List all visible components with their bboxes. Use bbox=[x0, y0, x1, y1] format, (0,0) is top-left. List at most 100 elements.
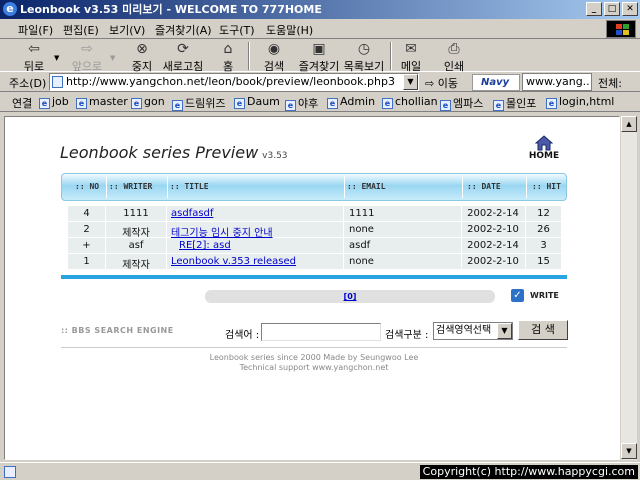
link-admin[interactable]: e Admin bbox=[327, 95, 375, 109]
footer: Leonbook series since 2000 Made by Seung… bbox=[61, 353, 567, 373]
menu-bar: 파일(F) 편집(E) 보기(V) 즐겨찾기(A) 도구(T) 도움말(H) bbox=[0, 19, 640, 39]
col-email: :: EMAIL bbox=[347, 182, 386, 191]
go-button[interactable]: ⇨ 이동 bbox=[425, 75, 458, 91]
menu-tools[interactable]: 도구(T) bbox=[219, 22, 255, 38]
link-yahoo[interactable]: e 야후 bbox=[285, 95, 318, 111]
col-date: :: DATE bbox=[467, 182, 501, 191]
col-writer: :: WRITER bbox=[109, 182, 153, 191]
col-title: :: TITLE bbox=[170, 182, 209, 191]
address-bar: 주소(D) http://www.yangchon.net/leon/book/… bbox=[0, 72, 640, 92]
table-header: :: NO :: WRITER :: TITLE :: EMAIL :: DAT… bbox=[61, 173, 567, 201]
status-bar: Copyright(c) http://www.happycgi.com bbox=[0, 462, 640, 480]
forward-dropdown[interactable]: ▼ bbox=[110, 54, 115, 62]
search-submit-button[interactable]: 검 색 bbox=[518, 320, 568, 340]
link-gon[interactable]: e gon bbox=[131, 95, 165, 109]
refresh-icon: ⟳ bbox=[177, 41, 189, 57]
menu-edit[interactable]: 편집(E) bbox=[63, 22, 99, 38]
standard-toolbar: ⇦ 뒤로 ▼ ⇨ 앞으로 ▼ ⊗ 중지 ⟳ 새로고침 ⌂ 홈 ◉ 검색 ▣ 즐겨찾기 ◷ 목록보… bbox=[0, 40, 640, 74]
post-title-link[interactable]: Leonbook v.353 released bbox=[171, 256, 296, 267]
pagination: [0] bbox=[205, 290, 495, 303]
vertical-scrollbar[interactable]: ▲ ▼ bbox=[620, 116, 637, 460]
back-dropdown[interactable]: ▼ bbox=[54, 54, 59, 62]
table-row: 4 1111 asdfasdf 1111 2002-2-14 12 bbox=[68, 206, 561, 222]
search-scope-label: 검색구분 : bbox=[385, 330, 429, 341]
mail-icon: ✉ bbox=[405, 41, 417, 57]
mail-button[interactable]: ✉ 메일 bbox=[398, 41, 424, 74]
search-globe-icon: ◉ bbox=[267, 41, 281, 57]
menu-help[interactable]: 도움말(H) bbox=[266, 22, 313, 38]
footer-divider bbox=[61, 347, 567, 348]
history-button[interactable]: ◷ 목록보기 bbox=[343, 41, 385, 74]
scroll-up-icon[interactable]: ▲ bbox=[621, 116, 637, 132]
write-link[interactable]: WRITE bbox=[530, 291, 559, 300]
address-url: http://www.yangchon.net/leon/book/previe… bbox=[66, 75, 395, 88]
windows-logo-icon bbox=[606, 20, 636, 38]
printer-icon: ⎙ bbox=[448, 41, 460, 57]
close-button[interactable]: ✕ bbox=[622, 2, 638, 16]
search-button[interactable]: ◉ 검색 bbox=[262, 41, 286, 74]
menu-view[interactable]: 보기(V) bbox=[109, 22, 145, 38]
link-master[interactable]: e master bbox=[76, 95, 128, 109]
scroll-down-icon[interactable]: ▼ bbox=[621, 443, 637, 459]
navy-search-input[interactable]: www.yang.. bbox=[522, 73, 592, 91]
stop-icon: ⊗ bbox=[136, 41, 148, 57]
link-page-icon: e bbox=[440, 100, 451, 111]
write-checkbox-icon[interactable]: ✓ bbox=[511, 289, 524, 302]
home-link[interactable]: HOME bbox=[527, 135, 561, 161]
home-button[interactable]: ⌂ 홈 bbox=[218, 41, 238, 74]
footer-support: Technical support www.yangchon.net bbox=[239, 363, 389, 372]
page-link[interactable]: [0] bbox=[344, 292, 357, 301]
link-job[interactable]: e job bbox=[39, 95, 69, 109]
navy-logo: Navy bbox=[472, 74, 520, 91]
link-page-icon: e bbox=[131, 98, 142, 109]
favorites-button[interactable]: ▣ 즐겨찾기 bbox=[298, 41, 340, 74]
menu-favorites[interactable]: 즐겨찾기(A) bbox=[155, 22, 212, 38]
window-titlebar: e Leonbook v3.53 미리보기 - WELCOME TO 777HO… bbox=[0, 0, 640, 19]
back-button[interactable]: ⇦ 뒤로 bbox=[22, 41, 46, 74]
address-input[interactable]: http://www.yangchon.net/leon/book/previe… bbox=[49, 73, 419, 91]
forward-button[interactable]: ⇨ 앞으로 bbox=[71, 41, 103, 74]
version-label: v3.53 bbox=[262, 151, 288, 161]
link-mallinfo[interactable]: e 몰인포 bbox=[493, 95, 536, 111]
status-copyright: Copyright(c) http://www.happycgi.com bbox=[419, 465, 638, 479]
col-hit: :: HIT bbox=[532, 182, 561, 191]
footer-credit: Leonbook series since 2000 Made by Seung… bbox=[209, 353, 419, 362]
home-icon: ⌂ bbox=[223, 41, 233, 57]
link-login[interactable]: e login,html bbox=[546, 95, 614, 109]
link-dreamwiz[interactable]: e 드림위즈 bbox=[172, 95, 225, 111]
select-dropdown-icon[interactable]: ▼ bbox=[497, 323, 512, 339]
home-house-icon bbox=[535, 135, 553, 151]
col-no: :: NO bbox=[75, 182, 100, 191]
maximize-button[interactable]: □ bbox=[604, 2, 620, 16]
minimize-button[interactable]: _ bbox=[586, 2, 602, 16]
address-dropdown-icon[interactable]: ▼ bbox=[403, 74, 418, 90]
post-title-link[interactable]: RE[2]: asd bbox=[179, 240, 231, 251]
address-label: 주소(D) bbox=[9, 77, 47, 90]
search-engine-label: :: BBS SEARCH ENGINE bbox=[61, 326, 174, 335]
search-scope-select[interactable]: 검색영역선택 ▼ bbox=[433, 322, 513, 340]
link-daum[interactable]: e Daum bbox=[234, 95, 280, 109]
post-table: 4 1111 asdfasdf 1111 2002-2-14 12 2 제작자 … bbox=[68, 206, 561, 271]
window-title: Leonbook v3.53 미리보기 - WELCOME TO 777HOME bbox=[20, 3, 322, 16]
search-keyword-input[interactable] bbox=[261, 323, 381, 341]
links-label: 연결 bbox=[12, 97, 33, 110]
history-icon: ◷ bbox=[357, 41, 371, 57]
link-chollian[interactable]: e chollian bbox=[382, 95, 438, 109]
links-bar: 연결 e job e master e gon e 드림위즈 e Daum e 야후 e Ad… bbox=[0, 92, 640, 112]
link-page-icon: e bbox=[285, 100, 296, 111]
link-empas[interactable]: e 엠파스 bbox=[440, 95, 483, 111]
link-page-icon: e bbox=[234, 98, 245, 109]
post-title-link[interactable]: asdfasdf bbox=[171, 208, 213, 219]
link-page-icon: e bbox=[546, 98, 557, 109]
menu-file[interactable]: 파일(F) bbox=[18, 22, 53, 38]
navy-all-label: 전체: bbox=[598, 77, 622, 90]
link-page-icon: e bbox=[382, 98, 393, 109]
table-row: + asf RE[2]: asd asdf 2002-2-14 3 bbox=[68, 238, 561, 254]
back-arrow-icon: ⇦ bbox=[28, 41, 40, 57]
go-arrow-icon: ⇨ bbox=[425, 77, 435, 90]
refresh-button[interactable]: ⟳ 새로고침 bbox=[162, 41, 204, 74]
stop-button[interactable]: ⊗ 중지 bbox=[130, 41, 154, 74]
link-page-icon: e bbox=[172, 100, 183, 111]
print-button[interactable]: ⎙ 인쇄 bbox=[442, 41, 466, 74]
table-row: 1 제작자 Leonbook v.353 released none 2002-… bbox=[68, 254, 561, 271]
